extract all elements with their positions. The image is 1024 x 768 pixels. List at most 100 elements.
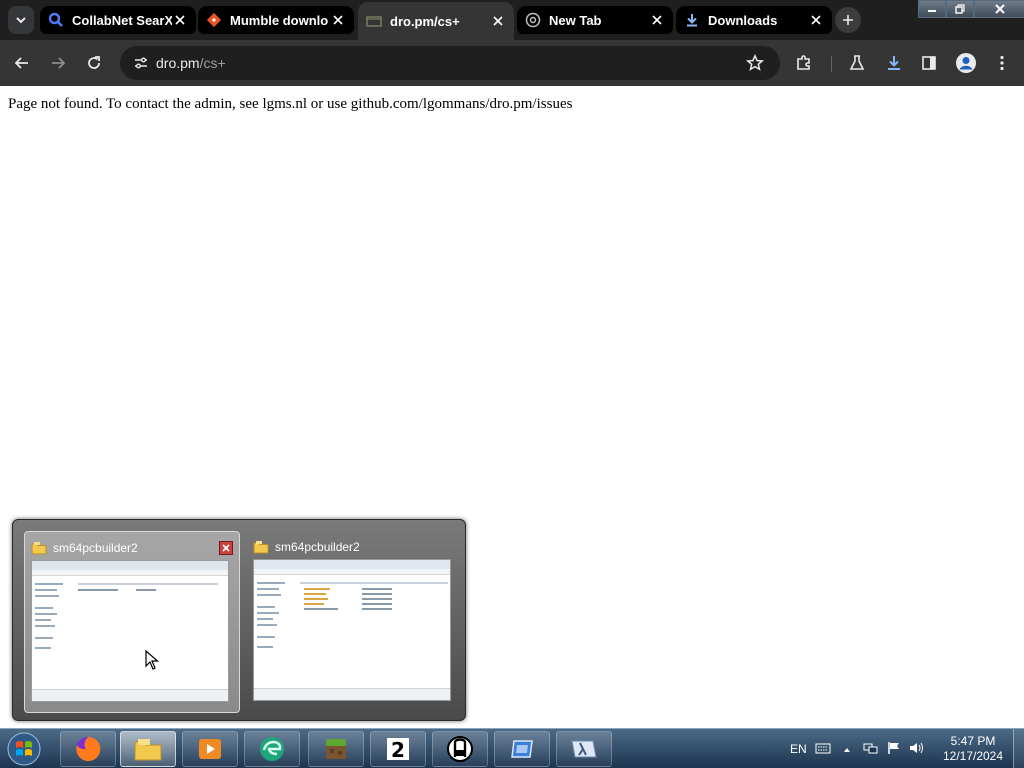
taskbar-app-blue[interactable]: [494, 731, 550, 767]
bookmark-star-icon[interactable]: [745, 53, 765, 77]
volume-icon[interactable]: [909, 741, 925, 758]
window-snapshot: [253, 559, 451, 701]
window-snapshot: [31, 560, 229, 702]
taskbar-edge[interactable]: [244, 731, 300, 767]
close-tab-icon[interactable]: [330, 12, 346, 28]
tab-downloads[interactable]: Downloads: [676, 6, 832, 34]
minimize-button[interactable]: [918, 0, 946, 18]
show-hidden-icons-icon[interactable]: [843, 742, 851, 756]
folder-icon: [31, 542, 47, 555]
folder-icon: [134, 739, 162, 761]
menu-button[interactable]: [988, 49, 1016, 77]
tab-new-tab[interactable]: New Tab: [517, 6, 673, 34]
lambda-icon: [571, 740, 597, 758]
url-path: /cs+: [199, 55, 226, 71]
language-indicator[interactable]: EN: [790, 742, 807, 756]
not-found-message: Page not found. To contact the admin, se…: [8, 96, 573, 112]
number-two-icon: 2: [387, 738, 409, 762]
side-panel-icon: [922, 56, 936, 70]
tab-title: CollabNet SearX: [72, 12, 172, 28]
tab-title: Downloads: [708, 12, 778, 28]
close-tab-icon[interactable]: [649, 12, 665, 28]
window-thumbnail[interactable]: sm64pcbuilder2: [247, 531, 463, 713]
close-tab-icon[interactable]: [490, 13, 506, 29]
mouse-cursor-icon: [145, 650, 159, 670]
media-player-icon: [199, 739, 221, 759]
thumbnail-title: sm64pcbuilder2: [53, 541, 138, 555]
clock-date: 12/17/2024: [942, 749, 1004, 763]
flask-icon: [849, 55, 865, 70]
restore-button[interactable]: [946, 0, 974, 18]
more-vertical-icon: [1000, 55, 1004, 71]
start-button[interactable]: [4, 730, 44, 768]
minimize-icon: [928, 10, 936, 12]
folder-icon: [253, 541, 269, 554]
taskbar-explorer[interactable]: [120, 731, 176, 767]
arrow-right-icon: [52, 57, 66, 69]
taskbar-minecraft[interactable]: [308, 731, 364, 767]
forward-button[interactable]: [44, 49, 72, 77]
system-clock[interactable]: 5:47 PM 12/17/2024: [936, 734, 1010, 764]
tab-title: dro.pm/cs+: [390, 13, 460, 29]
downloads-button[interactable]: [880, 49, 908, 77]
close-thumbnail-button[interactable]: [219, 541, 233, 555]
ble-icon: [447, 736, 473, 762]
reload-icon: [88, 56, 100, 69]
arrow-left-icon: [14, 57, 28, 69]
minecraft-icon: [326, 739, 346, 759]
chrome-icon: [525, 12, 541, 28]
show-desktop-button[interactable]: [1013, 729, 1024, 768]
blue-app-icon: [511, 740, 533, 758]
svg-text:2: 2: [391, 738, 405, 762]
tab-collabnet[interactable]: CollabNet SearX: [40, 6, 196, 34]
system-tray: EN: [790, 729, 925, 768]
back-button[interactable]: [8, 49, 36, 77]
keyboard-icon[interactable]: [815, 742, 831, 757]
labs-button[interactable]: [843, 49, 871, 77]
tab-dro-pm[interactable]: dro.pm/cs+: [358, 2, 514, 40]
tab-mumble[interactable]: Mumble downlo: [198, 6, 354, 34]
search-icon: [48, 12, 64, 28]
taskbar-app-lambda[interactable]: [556, 731, 612, 767]
thumbnail-title: sm64pcbuilder2: [275, 540, 360, 554]
git-icon: [206, 12, 222, 28]
firefox-icon: [76, 736, 101, 761]
page-icon: [366, 13, 382, 29]
download-icon: [684, 12, 700, 28]
address-bar[interactable]: dro.pm/cs+: [120, 46, 780, 80]
site-info-icon[interactable]: [128, 55, 154, 71]
puzzle-icon: [797, 55, 810, 70]
network-icon[interactable]: [863, 741, 879, 758]
window-thumbnail[interactable]: sm64pcbuilder2: [24, 531, 240, 713]
clock-time: 5:47 PM: [950, 734, 996, 748]
reload-button[interactable]: [80, 49, 108, 77]
taskbar: 2 EN 5:47 PM 12/17/2024: [0, 728, 1024, 768]
toolbar-separator: [831, 56, 832, 72]
tab-title: Mumble downlo: [230, 12, 329, 28]
close-tab-icon[interactable]: [172, 12, 188, 28]
restore-icon: [955, 4, 965, 14]
browser-toolbar: dro.pm/cs+: [0, 40, 1024, 86]
download-icon: [888, 56, 900, 70]
tab-title: New Tab: [549, 12, 602, 28]
close-icon: [995, 4, 1005, 14]
url-host: dro.pm: [156, 55, 200, 71]
tab-search-button[interactable]: [8, 6, 34, 34]
taskbar-app-ble[interactable]: [432, 731, 488, 767]
profile-button[interactable]: [952, 49, 980, 77]
close-tab-icon[interactable]: [808, 12, 824, 28]
close-icon: [222, 544, 230, 552]
taskbar-app-2[interactable]: 2: [370, 731, 426, 767]
taskbar-thumbnail-preview: sm64pcbuilder2 sm64pcbuilder2: [12, 519, 466, 721]
new-tab-button[interactable]: [835, 7, 861, 33]
taskbar-media-player[interactable]: [182, 731, 238, 767]
side-panel-button[interactable]: [915, 49, 943, 77]
avatar-icon: [956, 53, 976, 73]
extensions-button[interactable]: [790, 49, 818, 77]
action-center-flag-icon[interactable]: [887, 741, 901, 758]
chevron-down-icon: [16, 17, 26, 24]
taskbar-firefox[interactable]: [60, 731, 116, 767]
close-window-button[interactable]: [974, 0, 1024, 18]
windows-logo-icon: [7, 732, 41, 766]
window-controls: [918, 0, 1024, 18]
